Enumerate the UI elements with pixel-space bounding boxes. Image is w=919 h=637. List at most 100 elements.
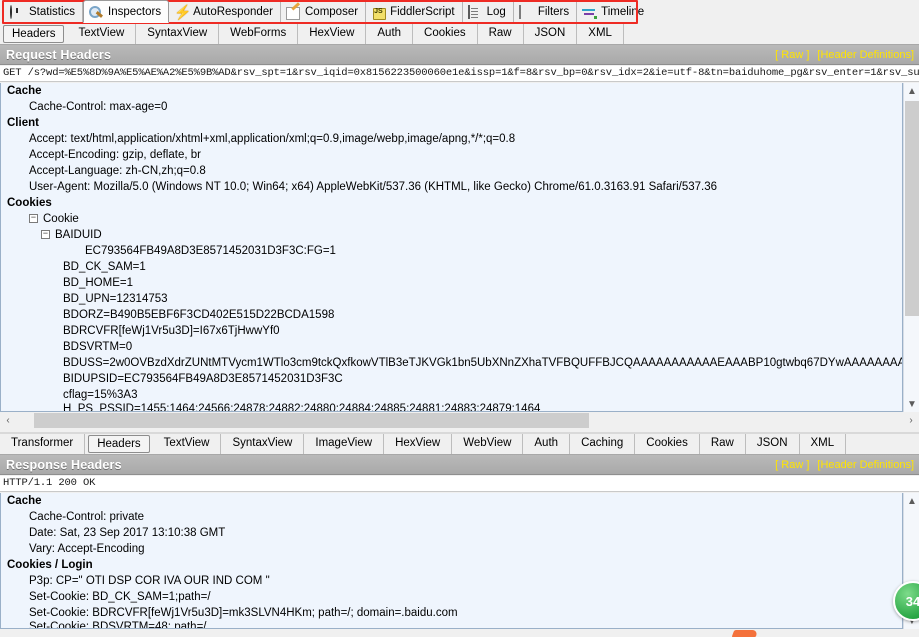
response-header-row[interactable]: Date: Sat, 23 Sep 2017 13:10:38 GMT [1,525,902,541]
scroll-up-icon[interactable]: ▲ [904,83,919,99]
request-hscroll-thumb[interactable] [34,413,589,428]
tree-expander-icon[interactable]: − [41,230,50,239]
response-headers-bar: Response Headers [ Raw ] [Header Definit… [0,455,919,475]
response-header-row[interactable]: P3p: CP=" OTI DSP COR IVA OUR IND COM " [1,573,902,589]
clock-icon [10,5,25,20]
request-header-row[interactable]: −BAIDUID [1,227,902,243]
response-scroll-up-icon[interactable]: ▲ [904,493,919,509]
response-tab-auth[interactable]: Auth [523,434,570,454]
response-header-row[interactable]: Cache-Control: private [1,509,902,525]
tree-expander-icon[interactable]: − [29,214,38,223]
response-tab-textview[interactable]: TextView [153,434,222,454]
response-tab-caching[interactable]: Caching [570,434,635,454]
scroll-down-icon[interactable]: ▼ [904,396,919,412]
response-tab-json[interactable]: JSON [746,434,800,454]
request-group-row[interactable]: Client [1,115,902,131]
request-header-row[interactable]: User-Agent: Mozilla/5.0 (Windows NT 10.0… [1,179,902,195]
request-tab-cookies[interactable]: Cookies [413,24,478,44]
request-tab-json[interactable]: JSON [524,24,578,44]
response-headers-title: Response Headers [0,458,122,472]
response-header-row[interactable]: Set-Cookie: BDSVRTM=48; path=/ [1,621,902,629]
request-tab-textview[interactable]: TextView [67,24,136,44]
request-header-definitions-link[interactable]: [Header Definitions] [817,49,914,61]
request-raw-link[interactable]: [ Raw ] [775,49,809,61]
request-header-row[interactable]: BDSVRTM=0 [1,339,902,355]
request-tab-xml[interactable]: XML [577,24,624,44]
request-group-row[interactable]: Cache [1,83,902,99]
response-tab-xml[interactable]: XML [800,434,847,454]
main-tab-autoresponder[interactable]: ⚡AutoResponder [169,2,281,22]
response-tab-transformer[interactable]: Transformer [0,434,85,454]
request-header-row[interactable]: Accept-Language: zh-CN,zh;q=0.8 [1,163,902,179]
request-headers-bar: Request Headers [ Raw ] [Header Definiti… [0,45,919,65]
request-header-row[interactable]: Cache-Control: max-age=0 [1,99,902,115]
orange-marker-icon [732,630,759,637]
request-header-row[interactable]: BD_CK_SAM=1 [1,259,902,275]
response-status-line: HTTP/1.1 200 OK [0,476,919,492]
request-header-row[interactable]: H_PS_PSSID=1455;1464;24566;24878;24882;2… [1,403,902,412]
main-tab-label: Composer [305,6,358,18]
main-tab-timeline[interactable]: Timeline [577,2,651,22]
response-tab-headers[interactable]: Headers [88,435,149,453]
response-tab-cookies[interactable]: Cookies [635,434,700,454]
request-tab-webforms[interactable]: WebForms [219,24,298,44]
request-vertical-scrollbar[interactable]: ▲ ▼ [903,83,919,412]
request-tab-syntaxview[interactable]: SyntaxView [136,24,219,44]
request-header-row[interactable]: BD_UPN=12314753 [1,291,902,307]
main-tab-label: Statistics [29,6,75,18]
request-tab-raw[interactable]: Raw [478,24,524,44]
main-tab-bar: Statistics Inspectors⚡AutoResponder Compos… [0,0,919,24]
response-header-row[interactable]: Vary: Accept-Encoding [1,541,902,557]
response-group-row[interactable]: Cache [1,493,902,509]
js-script-icon [371,5,386,20]
response-raw-link[interactable]: [ Raw ] [775,459,809,471]
request-header-row[interactable]: BDORZ=B490B5EBF6F3CD402E515D22BCDA1598 [1,307,902,323]
request-header-text: Cookie [43,213,79,225]
main-tab-statistics[interactable]: Statistics [5,2,83,22]
request-header-row[interactable]: Accept-Encoding: gzip, deflate, br [1,147,902,163]
main-tab-inspectors[interactable]: Inspectors [83,0,169,23]
scroll-right-icon[interactable]: › [903,413,919,429]
response-header-row[interactable]: Set-Cookie: BD_CK_SAM=1;path=/ [1,589,902,605]
response-tab-raw[interactable]: Raw [700,434,746,454]
request-header-row[interactable]: BIDUPSID=EC793564FB49A8D3E8571452031D3F3… [1,371,902,387]
request-scroll-thumb[interactable] [905,101,919,316]
response-header-definitions-link[interactable]: [Header Definitions] [817,459,914,471]
request-tab-headers[interactable]: Headers [3,25,64,43]
log-icon [468,5,483,20]
main-tab-composer[interactable]: Composer [281,2,366,22]
request-line: GET /s?wd=%E5%8D%9A%E5%AE%A2%E5%9B%AD&rs… [0,66,919,82]
main-tab-fiddlerscript[interactable]: FiddlerScript [366,2,463,22]
fiddler-window: Statistics Inspectors⚡AutoResponder Compos… [0,0,919,637]
response-header-row[interactable]: Set-Cookie: BDRCVFR[feWj1Vr5u3D]=mk3SLVN… [1,605,902,621]
request-header-row[interactable]: −Cookie [1,211,902,227]
main-tab-label: FiddlerScript [390,6,455,18]
request-headers-title: Request Headers [0,48,111,62]
request-header-row[interactable]: BD_HOME=1 [1,275,902,291]
request-group-row[interactable]: Cookies [1,195,902,211]
response-group-row[interactable]: Cookies / Login [1,557,902,573]
response-tab-imageview[interactable]: ImageView [304,434,384,454]
request-header-row[interactable]: EC793564FB49A8D3E8571452031D3F3C:FG=1 [1,243,902,259]
response-headers-tree[interactable]: CacheCache-Control: privateDate: Sat, 23… [0,493,903,629]
bottom-strip [0,629,919,637]
scroll-left-icon[interactable]: ‹ [0,413,16,429]
pencil-icon [286,5,301,20]
request-headers-tree[interactable]: CacheCache-Control: max-age=0ClientAccep… [0,83,903,412]
request-tab-hexview[interactable]: HexView [298,24,366,44]
response-tab-hexview[interactable]: HexView [384,434,452,454]
main-tab-log[interactable]: Log [463,2,514,22]
request-header-row[interactable]: BDRCVFR[feWj1Vr5u3D]=I67x6TjHwwYf0 [1,323,902,339]
request-tab-auth[interactable]: Auth [366,24,413,44]
response-tab-bar: TransformerHeadersTextViewSyntaxViewImag… [0,432,919,455]
response-tab-syntaxview[interactable]: SyntaxView [221,434,304,454]
main-tab-filters[interactable]: Filters [514,2,577,22]
response-tab-webview[interactable]: WebView [452,434,523,454]
request-header-row[interactable]: BDUSS=2w0OVBzdXdrZUNtMTVycm1WTlo3cm9tckQ… [1,355,902,371]
bolt-icon: ⚡ [174,5,189,20]
request-horizontal-scrollbar[interactable]: ‹ › [0,412,919,429]
filter-icon [519,5,534,20]
request-header-text: BAIDUID [55,229,102,241]
request-header-row[interactable]: Accept: text/html,application/xhtml+xml,… [1,131,902,147]
request-header-row[interactable]: cflag=15%3A3 [1,387,902,403]
